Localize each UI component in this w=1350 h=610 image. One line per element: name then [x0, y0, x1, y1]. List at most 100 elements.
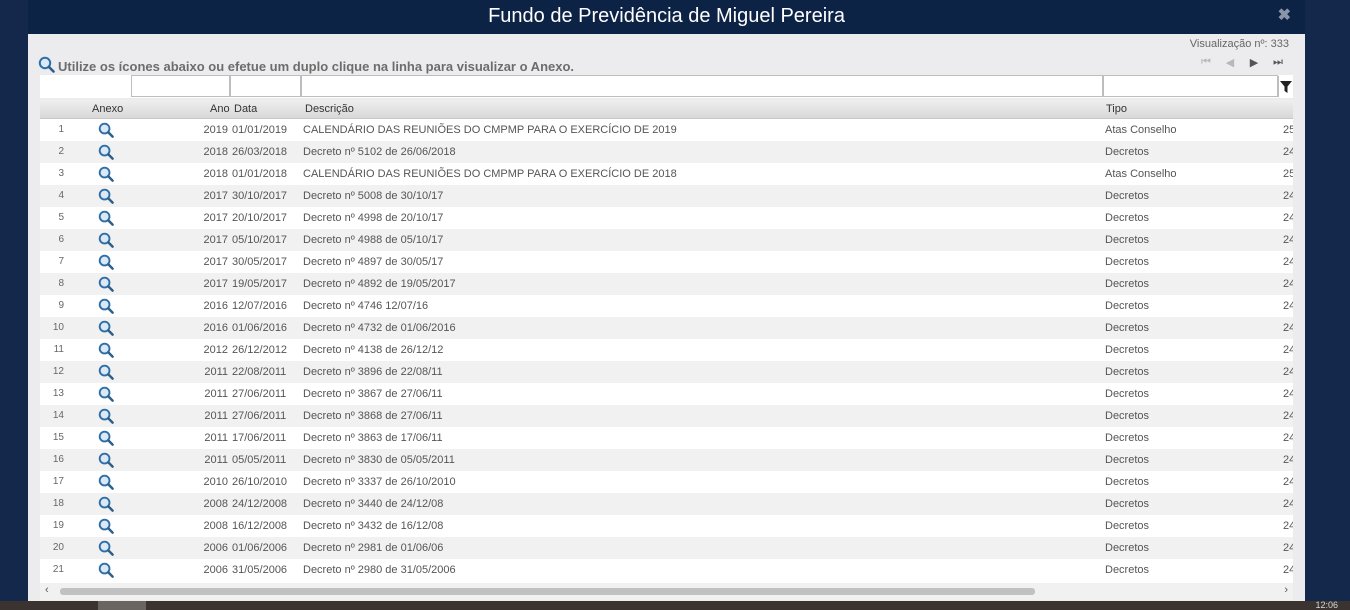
magnifier-icon[interactable] — [98, 232, 114, 251]
table-row[interactable]: 16 2011 05/05/2011 Decreto nº 3830 de 05/05… — [40, 449, 1293, 471]
magnifier-icon[interactable] — [98, 496, 114, 515]
row-number: 1 — [58, 124, 64, 135]
magnifier-icon[interactable] — [98, 122, 114, 141]
magnifier-icon[interactable] — [98, 210, 114, 229]
cell-data: 22/08/2011 — [232, 366, 287, 378]
column-header-descricao[interactable]: Descrição — [305, 103, 354, 115]
column-header-data[interactable]: Data — [234, 103, 257, 115]
scroll-left-arrow[interactable]: ‹ — [45, 584, 49, 596]
magnifier-icon[interactable] — [98, 562, 114, 581]
magnifier-icon[interactable] — [98, 298, 114, 317]
table-row[interactable]: 5 2017 20/10/2017 Decreto nº 4998 de 20/10/… — [40, 207, 1293, 229]
table-row[interactable]: 14 2011 27/06/2011 Decreto nº 3868 de 27/06… — [40, 405, 1293, 427]
filter-icon[interactable] — [1278, 76, 1293, 97]
cell-extra: 24 — [1283, 432, 1293, 444]
cell-descricao: Decreto nº 4897 de 30/05/17 — [303, 256, 444, 268]
magnifier-icon[interactable] — [98, 276, 114, 295]
cell-descricao: Decreto nº 4988 de 05/10/17 — [303, 234, 444, 246]
magnifier-icon[interactable] — [98, 364, 114, 383]
row-number: 2 — [58, 146, 64, 157]
cell-tipo: Decretos — [1105, 212, 1150, 224]
cell-ano: 2017 — [203, 278, 228, 290]
column-header-ano[interactable]: Ano — [210, 103, 230, 115]
table-row[interactable]: 3 2018 01/01/2018 CALENDÁRIO DAS REUNIÕES D… — [40, 163, 1293, 185]
table-row[interactable]: 11 2012 26/12/2012 Decreto nº 4138 de 26/12… — [40, 339, 1293, 361]
filter-data[interactable] — [230, 75, 301, 97]
scroll-thumb[interactable] — [60, 588, 1035, 595]
column-header-tipo[interactable]: Tipo — [1106, 103, 1127, 115]
column-header-anexo[interactable]: Anexo — [92, 103, 123, 115]
last-page-button[interactable]: ⏭ — [1271, 55, 1285, 69]
cell-descricao: Decreto nº 2980 de 31/05/2006 — [303, 564, 456, 576]
table-row[interactable]: 4 2017 30/10/2017 Decreto nº 5008 de 30/10/… — [40, 185, 1293, 207]
table-row[interactable]: 18 2008 24/12/2008 Decreto nº 3440 de 24/12… — [40, 493, 1293, 515]
cell-descricao: Decreto nº 3440 de 24/12/08 — [303, 498, 444, 510]
filter-descricao[interactable] — [301, 75, 1103, 97]
table-row[interactable]: 8 2017 19/05/2017 Decreto nº 4892 de 19/05/… — [40, 273, 1293, 295]
scroll-right-arrow[interactable]: › — [1284, 584, 1288, 596]
cell-ano: 2011 — [204, 410, 228, 422]
magnifier-icon[interactable] — [98, 408, 114, 427]
cell-tipo: Decretos — [1105, 146, 1150, 158]
table-row[interactable]: 20 2006 01/06/2006 Decreto nº 2981 de 01/06… — [40, 537, 1293, 559]
cell-ano: 2019 — [203, 124, 228, 136]
cell-descricao: Decreto nº 4998 de 20/10/17 — [303, 212, 444, 224]
magnifier-icon[interactable] — [98, 144, 114, 163]
cell-data: 12/07/2016 — [232, 300, 288, 312]
cell-descricao: CALENDÁRIO DAS REUNIÕES DO CMPMP PARA O … — [303, 124, 677, 136]
instruction-text: Utilize os ícones abaixo ou efetue um du… — [38, 56, 574, 76]
cell-descricao: Decreto nº 4732 de 01/06/2016 — [303, 322, 456, 334]
table-row[interactable]: 19 2008 16/12/2008 Decreto nº 3432 de 16/12… — [40, 515, 1293, 537]
next-page-button[interactable]: ▶ — [1247, 55, 1261, 69]
table-row[interactable]: 17 2010 26/10/2010 Decreto nº 3337 de 26/10… — [40, 471, 1293, 493]
magnifier-icon[interactable] — [98, 320, 114, 339]
table-row[interactable]: 1 2019 01/01/2019 CALENDÁRIO DAS REUNIÕES D… — [40, 119, 1293, 141]
row-number: 13 — [52, 388, 64, 399]
magnifier-icon[interactable] — [98, 254, 114, 273]
magnifier-icon[interactable] — [98, 540, 114, 559]
cell-descricao: Decreto nº 3896 de 22/08/11 — [303, 366, 443, 378]
cell-extra: 24 — [1283, 476, 1293, 488]
cell-extra: 24 — [1283, 410, 1293, 422]
cell-ano: 2006 — [203, 542, 228, 554]
filter-tipo[interactable] — [1103, 75, 1278, 97]
close-icon[interactable]: ✖ — [1278, 5, 1291, 25]
magnifier-icon — [38, 56, 55, 76]
table-row[interactable]: 15 2011 17/06/2011 Decreto nº 3863 de 17/06… — [40, 427, 1293, 449]
magnifier-icon[interactable] — [98, 430, 114, 449]
magnifier-icon[interactable] — [98, 166, 114, 185]
cell-data: 01/01/2018 — [232, 168, 288, 180]
row-number: 7 — [58, 256, 64, 267]
magnifier-icon[interactable] — [98, 188, 114, 207]
table-row[interactable]: 6 2017 05/10/2017 Decreto nº 4988 de 05/10/… — [40, 229, 1293, 251]
magnifier-icon[interactable] — [98, 474, 114, 493]
cell-extra: 25 — [1283, 168, 1293, 180]
table-row[interactable]: 12 2011 22/08/2011 Decreto nº 3896 de 22/08… — [40, 361, 1293, 383]
table-row[interactable]: 13 2011 27/06/2011 Decreto nº 3867 de 27/06… — [40, 383, 1293, 405]
table-row[interactable]: 21 2006 31/05/2006 Decreto nº 2980 de 31/05… — [40, 559, 1293, 581]
view-counter: Visualização nº: 333 — [1189, 38, 1289, 50]
pager: ⏮ ◀ ▶ ⏭ — [1199, 55, 1285, 69]
filter-num-anexo[interactable] — [40, 75, 131, 97]
table-row[interactable]: 7 2017 30/05/2017 Decreto nº 4897 de 30/05/… — [40, 251, 1293, 273]
first-page-button[interactable]: ⏮ — [1199, 55, 1213, 69]
table-row[interactable]: 9 2016 12/07/2016 Decreto nº 4746 12/07/16 D… — [40, 295, 1293, 317]
cell-tipo: Atas Conselho — [1105, 168, 1177, 180]
background-left — [0, 0, 28, 610]
table-row[interactable]: 10 2016 01/06/2016 Decreto nº 4732 de 01/06… — [40, 317, 1293, 339]
magnifier-icon[interactable] — [98, 452, 114, 471]
taskbar-tab[interactable] — [98, 601, 146, 610]
magnifier-icon[interactable] — [98, 518, 114, 537]
table-row[interactable]: 2 2018 26/03/2018 Decreto nº 5102 de 26/06/… — [40, 141, 1293, 163]
modal-header: Fundo de Previdência de Miguel Pereira ✖ — [28, 0, 1305, 34]
horizontal-scrollbar[interactable]: ‹ › — [40, 583, 1293, 600]
cell-tipo: Decretos — [1105, 300, 1150, 312]
magnifier-icon[interactable] — [98, 342, 114, 361]
filter-ano[interactable] — [131, 75, 230, 97]
prev-page-button[interactable]: ◀ — [1223, 55, 1237, 69]
table-header: Anexo Ano Data Descrição Tipo — [40, 100, 1293, 119]
magnifier-icon[interactable] — [98, 386, 114, 405]
cell-extra: 24 — [1283, 278, 1293, 290]
cell-descricao: Decreto nº 5008 de 30/10/17 — [303, 190, 444, 202]
cell-descricao: Decreto nº 2981 de 01/06/06 — [303, 542, 444, 554]
